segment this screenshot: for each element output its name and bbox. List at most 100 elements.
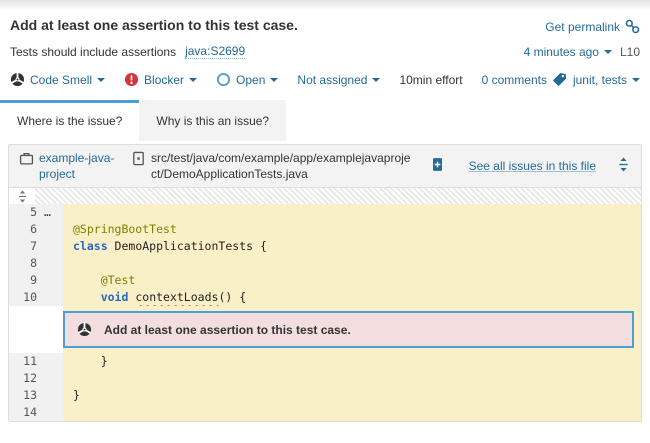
assignee-dropdown[interactable]: Not assigned (297, 73, 380, 87)
issue-message-box[interactable]: Add at least one assertion to this test … (63, 311, 634, 348)
code-line-12: 12 (9, 370, 641, 387)
permalink-label: Get permalink (545, 20, 620, 34)
line-number-10[interactable]: 10 (9, 289, 63, 306)
line-number-text: 12 (9, 370, 37, 387)
issue-title: Add at least one assertion to this test … (10, 17, 298, 33)
line-number-text: 10 (9, 289, 37, 306)
expand-lines-above-strip (9, 188, 641, 204)
pin-file-button[interactable] (430, 157, 445, 175)
issue-detail-page: { "header": { "title": "Add at least one… (0, 0, 650, 443)
code-text (63, 370, 641, 387)
issue-header-right: Get permalink 4 minutes ago L10 (524, 17, 640, 59)
code-text: void contextLoads() { (63, 289, 641, 306)
code-text: @Test (63, 272, 641, 289)
code-token (73, 273, 101, 287)
expand-lines-icon (16, 190, 29, 203)
assignee-label: Not assigned (297, 73, 380, 87)
issue-highlighted-code: contextLoads (135, 290, 218, 304)
severity-label: Blocker (144, 73, 197, 87)
expand-lines-above-button[interactable] (9, 188, 35, 204)
collapsed-lines-hatch (35, 188, 641, 204)
line-number-14[interactable]: 14 (9, 404, 63, 421)
rule-key-link[interactable]: java:S2699 (185, 44, 245, 59)
tag-icon (552, 72, 567, 87)
type-label: Code Smell (30, 73, 105, 87)
line-number-13[interactable]: 13 (9, 387, 63, 404)
rule-line: Tests should include assertions java:S26… (10, 44, 298, 59)
line-number-12[interactable]: 12 (9, 370, 63, 387)
code-smell-icon (10, 72, 25, 87)
line-number-8[interactable]: 8 (9, 255, 63, 272)
line-number-6[interactable]: 6 (9, 221, 63, 238)
code-line-13: 13} (9, 387, 641, 404)
project-link[interactable]: example-java-project (19, 150, 121, 182)
code-token: @SpringBootTest (73, 222, 177, 236)
code-token: } (73, 388, 80, 402)
see-all-issues-link[interactable]: See all issues in this file (469, 159, 596, 173)
status-label: Open (236, 73, 278, 87)
open-status-icon (216, 72, 231, 87)
issue-attributes: Code Smell Blocker Open Not assigned 10m… (10, 72, 552, 87)
pin-file-icon (430, 157, 445, 172)
tab-why-is-this-an-issue[interactable]: Why is this an issue? (139, 100, 286, 141)
code-line-14: 14 (9, 404, 641, 421)
code-text (63, 255, 641, 272)
code-text: } (63, 353, 641, 370)
severity-dropdown[interactable]: Blocker (124, 72, 197, 87)
tags-dropdown[interactable]: junit, tests (552, 72, 640, 87)
line-number-7[interactable]: 7 (9, 238, 63, 255)
line-number-5[interactable]: 5… (9, 204, 63, 221)
code-line-5: 5… (9, 204, 641, 221)
code-lines-above: 5…6 @SpringBootTest 7 class DemoApplication… (9, 204, 641, 306)
code-line-8: 8 (9, 255, 641, 272)
type-dropdown[interactable]: Code Smell (10, 72, 105, 87)
file-header: example-java-project src/test/java/com/e… (9, 145, 641, 188)
code-text (63, 404, 641, 421)
code-token: class (73, 239, 108, 253)
blocker-icon (124, 72, 139, 87)
project-icon (19, 151, 34, 166)
code-text (63, 204, 641, 221)
code-snippet-panel: example-java-project src/test/java/com/e… (8, 144, 642, 422)
code-line-7: 7 class DemoApplicationTests { (9, 238, 641, 255)
issue-header: Add at least one assertion to this test … (0, 10, 650, 59)
get-permalink-link[interactable]: Get permalink (545, 19, 640, 34)
issue-row-content: Add at least one assertion to this test … (63, 306, 641, 353)
changelog-dropdown[interactable]: 4 minutes ago (524, 45, 612, 59)
code-token: @Test (101, 273, 136, 287)
file-path: src/test/java/com/example/app/examplejav… (131, 150, 414, 182)
permalink-icon (625, 19, 640, 34)
code-text: @SpringBootTest (63, 221, 641, 238)
issue-header-left: Add at least one assertion to this test … (10, 17, 298, 59)
issue-attributes-row: Code Smell Blocker Open Not assigned 10m… (0, 59, 650, 87)
line-number-text: 14 (9, 404, 37, 421)
code-line-6: 6 @SpringBootTest (9, 221, 641, 238)
age-row: 4 minutes ago L10 (524, 45, 640, 59)
line-number-text: 6 (9, 221, 37, 238)
line-number-11[interactable]: 11 (9, 353, 63, 370)
line-number-text: 7 (9, 238, 37, 255)
code-token: DemoApplicationTests { (108, 239, 267, 253)
comments-link[interactable]: 0 comments (482, 73, 547, 87)
issue-row: Add at least one assertion to this test … (9, 306, 641, 353)
rule-description: Tests should include assertions (10, 45, 176, 59)
code-smell-icon (77, 322, 92, 337)
issue-message-text: Add at least one assertion to this test … (104, 323, 351, 337)
issue-row-gutter (9, 306, 63, 353)
collapsed-ellipsis: … (44, 204, 52, 221)
line-number-text: 9 (9, 272, 37, 289)
file-path-text: src/test/java/com/example/app/examplejav… (151, 150, 414, 182)
expand-vertical-icon (616, 157, 631, 172)
expand-file-button[interactable] (616, 157, 631, 175)
code-token: void (101, 290, 129, 304)
code-token: () { (218, 290, 246, 304)
code-token (73, 290, 101, 304)
line-number-9[interactable]: 9 (9, 272, 63, 289)
code-line-9: 9 @Test (9, 272, 641, 289)
tags-label: junit, tests (573, 73, 640, 87)
tab-where-is-the-issue[interactable]: Where is the issue? (0, 100, 139, 141)
status-dropdown[interactable]: Open (216, 72, 278, 87)
line-number-text: 11 (9, 353, 37, 370)
code-line-10: 10 void contextLoads() { (9, 289, 641, 306)
code-token: } (73, 354, 108, 368)
